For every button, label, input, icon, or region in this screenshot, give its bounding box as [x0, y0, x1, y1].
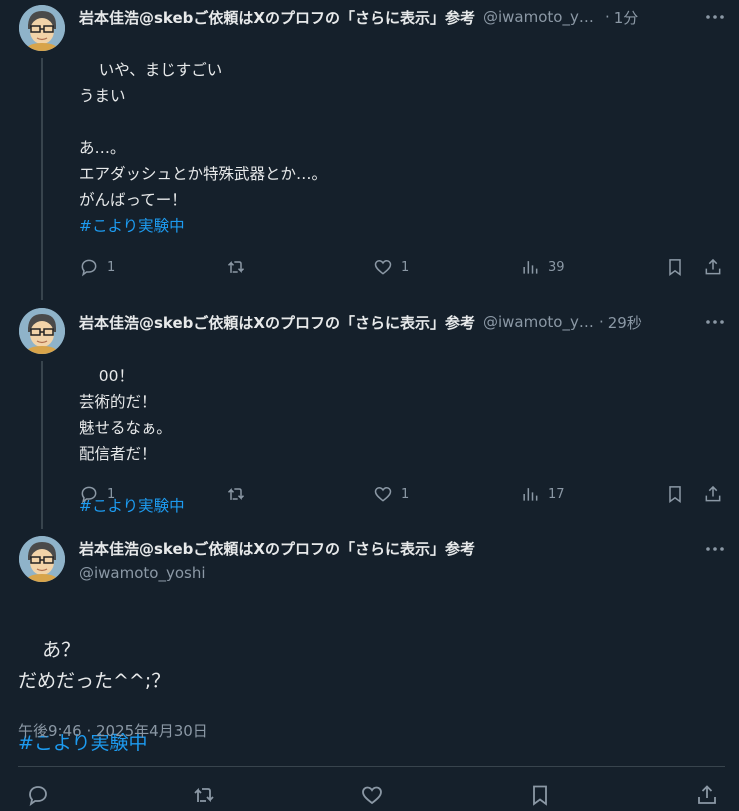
retweet-icon [227, 488, 245, 500]
like-button[interactable]: 1 [373, 256, 409, 278]
like-button[interactable]: 1 [373, 483, 409, 505]
bookmark-button[interactable] [528, 784, 552, 806]
share-icon [698, 785, 716, 804]
reply-button[interactable] [26, 784, 50, 807]
views-button[interactable]: 39 [520, 256, 565, 278]
avatar[interactable] [19, 536, 65, 582]
bookmark-button[interactable] [665, 483, 685, 505]
author-handle[interactable]: @iwamoto_yoshi [79, 564, 206, 582]
separator-dot: · [598, 313, 604, 331]
view-count: 17 [548, 486, 565, 502]
tweet-header: 岩本佳浩@skebご依頼はXのプロフの「さらに表示」参考 @iwamoto_yo… [79, 6, 721, 28]
author-handle[interactable]: @iwamoto_yoshi [483, 313, 595, 331]
reply-icon [81, 486, 97, 504]
retweet-icon [194, 787, 214, 803]
main-tweet-text: あ？ だめだった^^;？ #こより実験中 [18, 604, 170, 811]
separator-dot: · [604, 8, 610, 26]
author-name[interactable]: 岩本佳浩@skebご依頼はXのプロフの「さらに表示」参考 [79, 7, 475, 28]
share-button[interactable] [703, 256, 723, 278]
tweet-time[interactable]: 1分 [614, 7, 639, 28]
bookmark-icon [669, 259, 681, 276]
author-handle[interactable]: @iwamoto_yoshi [483, 8, 601, 26]
reply-count: 1 [107, 259, 116, 275]
thread-connector [41, 58, 43, 300]
bookmark-icon [533, 785, 547, 806]
retweet-button[interactable] [226, 483, 254, 505]
share-icon [705, 485, 721, 502]
views-button[interactable]: 17 [520, 483, 565, 505]
hashtag-link[interactable]: #こより実験中 [79, 217, 185, 235]
conversation-thread: 岩本佳浩@skebご依頼はXのプロフの「さらに表示」参考 @iwamoto_yo… [0, 0, 739, 811]
like-count: 1 [401, 259, 410, 275]
more-icon[interactable] [705, 7, 725, 27]
author-name[interactable]: 岩本佳浩@skebご依頼はXのプロフの「さらに表示」参考 [79, 538, 475, 559]
reply-icon [81, 259, 97, 277]
tweet-timestamp[interactable]: 午後9:46 · 2025年4月30日 [18, 720, 208, 741]
tweet-actions: 1 1 17 [79, 483, 725, 505]
like-icon [374, 486, 392, 502]
divider [18, 766, 725, 767]
reply-count: 1 [107, 486, 116, 502]
share-button[interactable] [695, 784, 719, 806]
author-name[interactable]: 岩本佳浩@skebご依頼はXのプロフの「さらに表示」参考 [79, 312, 475, 333]
retweet-icon [227, 261, 245, 273]
avatar[interactable] [19, 5, 65, 51]
share-icon [705, 258, 721, 275]
tweet-text: いや、まじすごい うまい あ…。 エアダッシュとか特殊武器とか…。 がんばってー… [79, 31, 719, 265]
tweet-header: 岩本佳浩@skebご依頼はXのプロフの「さらに表示」参考 @iwamoto_yo… [79, 311, 721, 333]
tweet-text: 00！ 芸術的だ！ 魅せるなぁ。 配信者だ！ #こより実験中 [79, 337, 719, 571]
like-icon [374, 259, 392, 275]
tweet-time[interactable]: 29秒 [608, 312, 642, 333]
retweet-button[interactable] [192, 784, 216, 806]
bookmark-icon [669, 486, 681, 503]
views-icon [523, 488, 538, 501]
reply-button[interactable]: 1 [79, 256, 115, 278]
reply-button[interactable]: 1 [79, 483, 115, 505]
views-icon [523, 261, 538, 274]
retweet-button[interactable] [226, 256, 254, 278]
share-button[interactable] [703, 483, 723, 505]
more-icon[interactable] [705, 312, 725, 332]
like-icon [362, 786, 382, 805]
tweet-actions: 1 1 39 [79, 256, 725, 278]
thread-connector [41, 361, 43, 529]
main-tweet-actions [18, 784, 725, 810]
like-button[interactable] [360, 784, 384, 806]
bookmark-button[interactable] [665, 256, 685, 278]
more-icon[interactable] [705, 539, 725, 559]
reply-icon [29, 786, 47, 807]
like-count: 1 [401, 486, 410, 502]
avatar[interactable] [19, 308, 65, 354]
tweet-text-content: 00！ 芸術的だ！ 魅せるなぁ。 配信者だ！ [79, 367, 172, 463]
view-count: 39 [548, 259, 565, 275]
tweet-text-content: あ？ だめだった^^;？ [18, 639, 171, 692]
tweet-text-content: いや、まじすごい うまい あ…。 エアダッシュとか特殊武器とか…。 がんばってー… [79, 61, 328, 209]
